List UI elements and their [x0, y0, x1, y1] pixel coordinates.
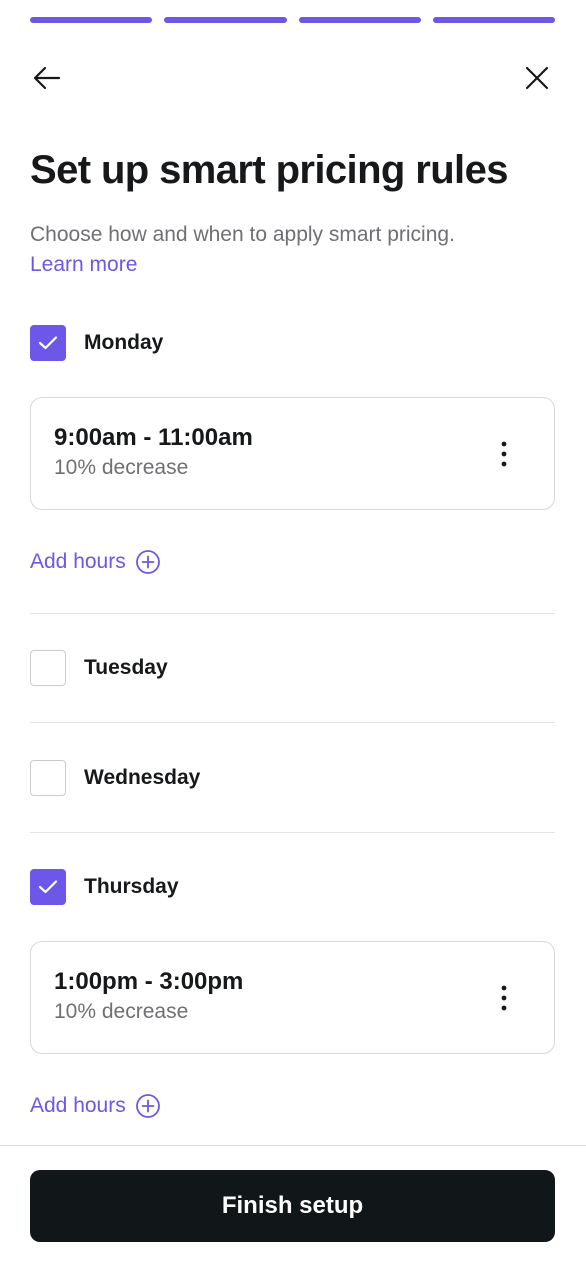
add-hours-monday-button[interactable]: Add hours — [30, 548, 161, 576]
day-row-wednesday[interactable]: Wednesday — [30, 760, 555, 796]
monday-checkbox[interactable] — [30, 325, 66, 361]
divider — [30, 613, 555, 614]
progress-step-3 — [298, 17, 421, 23]
footer-divider — [0, 1145, 586, 1146]
back-button[interactable] — [29, 60, 65, 96]
hours-range: 1:00pm - 3:00pm — [54, 968, 244, 995]
progress-step-1 — [30, 17, 153, 23]
progress-step-4 — [432, 17, 555, 23]
arrow-left-icon — [33, 66, 61, 90]
progress-step-2 — [164, 17, 287, 23]
close-button[interactable] — [519, 60, 555, 96]
day-label: Monday — [84, 331, 164, 354]
more-vertical-icon — [501, 985, 507, 1011]
add-hours-label: Add hours — [30, 550, 126, 573]
hours-rule: 10% decrease — [54, 1000, 189, 1023]
progress-bar — [30, 17, 555, 24]
add-hours-label: Add hours — [30, 1094, 126, 1117]
divider — [30, 722, 555, 723]
hours-rule: 10% decrease — [54, 456, 189, 479]
plus-circle-icon — [135, 550, 160, 574]
more-options-button[interactable] — [492, 438, 516, 470]
thursday-checkbox[interactable] — [30, 869, 66, 905]
add-hours-thursday-button[interactable]: Add hours — [30, 1092, 161, 1120]
more-vertical-icon — [501, 441, 507, 467]
day-label: Wednesday — [84, 766, 201, 789]
wednesday-checkbox[interactable] — [30, 760, 66, 796]
day-label: Tuesday — [84, 656, 168, 679]
day-row-monday[interactable]: Monday — [30, 325, 555, 361]
page-subtitle: Choose how and when to apply smart prici… — [30, 220, 555, 280]
more-options-button[interactable] — [492, 982, 516, 1014]
hours-card-thursday[interactable]: 1:00pm - 3:00pm 10% decrease — [30, 941, 555, 1054]
subtitle-text: Choose how and when to apply smart prici… — [30, 223, 455, 246]
plus-circle-icon — [135, 1094, 160, 1118]
tuesday-checkbox[interactable] — [30, 650, 66, 686]
page-title: Set up smart pricing rules — [30, 148, 508, 192]
day-row-tuesday[interactable]: Tuesday — [30, 650, 555, 686]
hours-range: 9:00am - 11:00am — [54, 424, 253, 451]
day-row-thursday[interactable]: Thursday — [30, 869, 555, 905]
finish-setup-button[interactable]: Finish setup — [30, 1170, 555, 1242]
divider — [30, 832, 555, 833]
checkmark-icon — [38, 336, 58, 350]
close-icon — [525, 66, 549, 90]
checkmark-icon — [38, 880, 58, 894]
hours-card-monday[interactable]: 9:00am - 11:00am 10% decrease — [30, 397, 555, 510]
day-label: Thursday — [84, 875, 179, 898]
learn-more-link[interactable]: Learn more — [30, 250, 555, 280]
